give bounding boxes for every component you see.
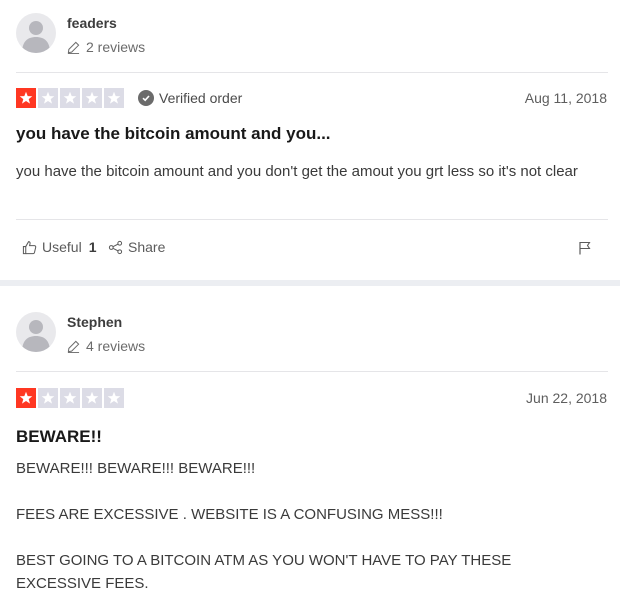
user-avatar-icon xyxy=(22,21,50,53)
reviewer-name[interactable]: feaders xyxy=(67,15,117,31)
star-empty-icon xyxy=(38,88,58,108)
star-empty-icon xyxy=(82,88,102,108)
divider xyxy=(16,219,608,220)
star-empty-icon xyxy=(104,388,124,408)
divider xyxy=(16,72,608,73)
share-button[interactable]: Share xyxy=(108,239,165,255)
star-rating xyxy=(16,388,124,408)
review-text: you have the bitcoin amount and you don'… xyxy=(16,163,578,180)
user-avatar-icon xyxy=(22,320,50,352)
avatar[interactable] xyxy=(16,312,56,352)
star-empty-icon xyxy=(82,388,102,408)
flag-button[interactable] xyxy=(578,241,592,255)
star-empty-icon xyxy=(60,388,80,408)
review-text: BEST GOING TO A BITCOIN ATM AS YOU WON'T… xyxy=(16,552,512,592)
review-card: Stephen 4 reviews Jun 22, 2018 BEWARE!! … xyxy=(0,286,620,600)
review-text: FEES ARE EXCESSIVE . WEBSITE IS A CONFUS… xyxy=(16,506,443,523)
review-count-label: 4 reviews xyxy=(86,338,146,354)
verified-label: Verified order xyxy=(159,90,243,106)
share-icon xyxy=(108,240,123,254)
star-filled-icon xyxy=(16,88,36,108)
review-date: Jun 22, 2018 xyxy=(526,390,607,406)
review-title[interactable]: BEWARE!! xyxy=(16,427,102,447)
review-card: feaders 2 reviews Verified order Aug 11,… xyxy=(0,0,620,280)
check-circle-icon xyxy=(138,90,154,106)
verified-order-badge[interactable]: Verified order xyxy=(138,90,242,106)
review-body: BEWARE!!! BEWARE!!! BEWARE!!! FEES ARE E… xyxy=(16,457,600,595)
pencil-icon xyxy=(67,41,80,54)
share-label: Share xyxy=(128,239,166,255)
star-empty-icon xyxy=(104,88,124,108)
pencil-icon xyxy=(67,340,80,353)
review-count[interactable]: 2 reviews xyxy=(67,39,145,55)
review-count[interactable]: 4 reviews xyxy=(67,338,145,354)
star-filled-icon xyxy=(16,388,36,408)
useful-count: 1 xyxy=(88,239,97,255)
reviewer-name[interactable]: Stephen xyxy=(67,314,122,330)
review-body: you have the bitcoin amount and you don'… xyxy=(16,160,600,183)
avatar[interactable] xyxy=(16,13,56,53)
divider xyxy=(16,371,608,372)
thumbs-up-icon xyxy=(22,240,37,254)
star-rating xyxy=(16,88,124,108)
review-title[interactable]: you have the bitcoin amount and you... xyxy=(16,124,331,144)
flag-icon xyxy=(579,241,591,255)
review-text: BEWARE!!! BEWARE!!! BEWARE!!! xyxy=(16,460,256,477)
review-count-label: 2 reviews xyxy=(86,39,146,55)
star-empty-icon xyxy=(38,388,58,408)
review-date: Aug 11, 2018 xyxy=(524,90,607,106)
star-empty-icon xyxy=(60,88,80,108)
useful-label: Useful xyxy=(42,239,82,255)
useful-button[interactable]: Useful 1 xyxy=(22,239,96,255)
